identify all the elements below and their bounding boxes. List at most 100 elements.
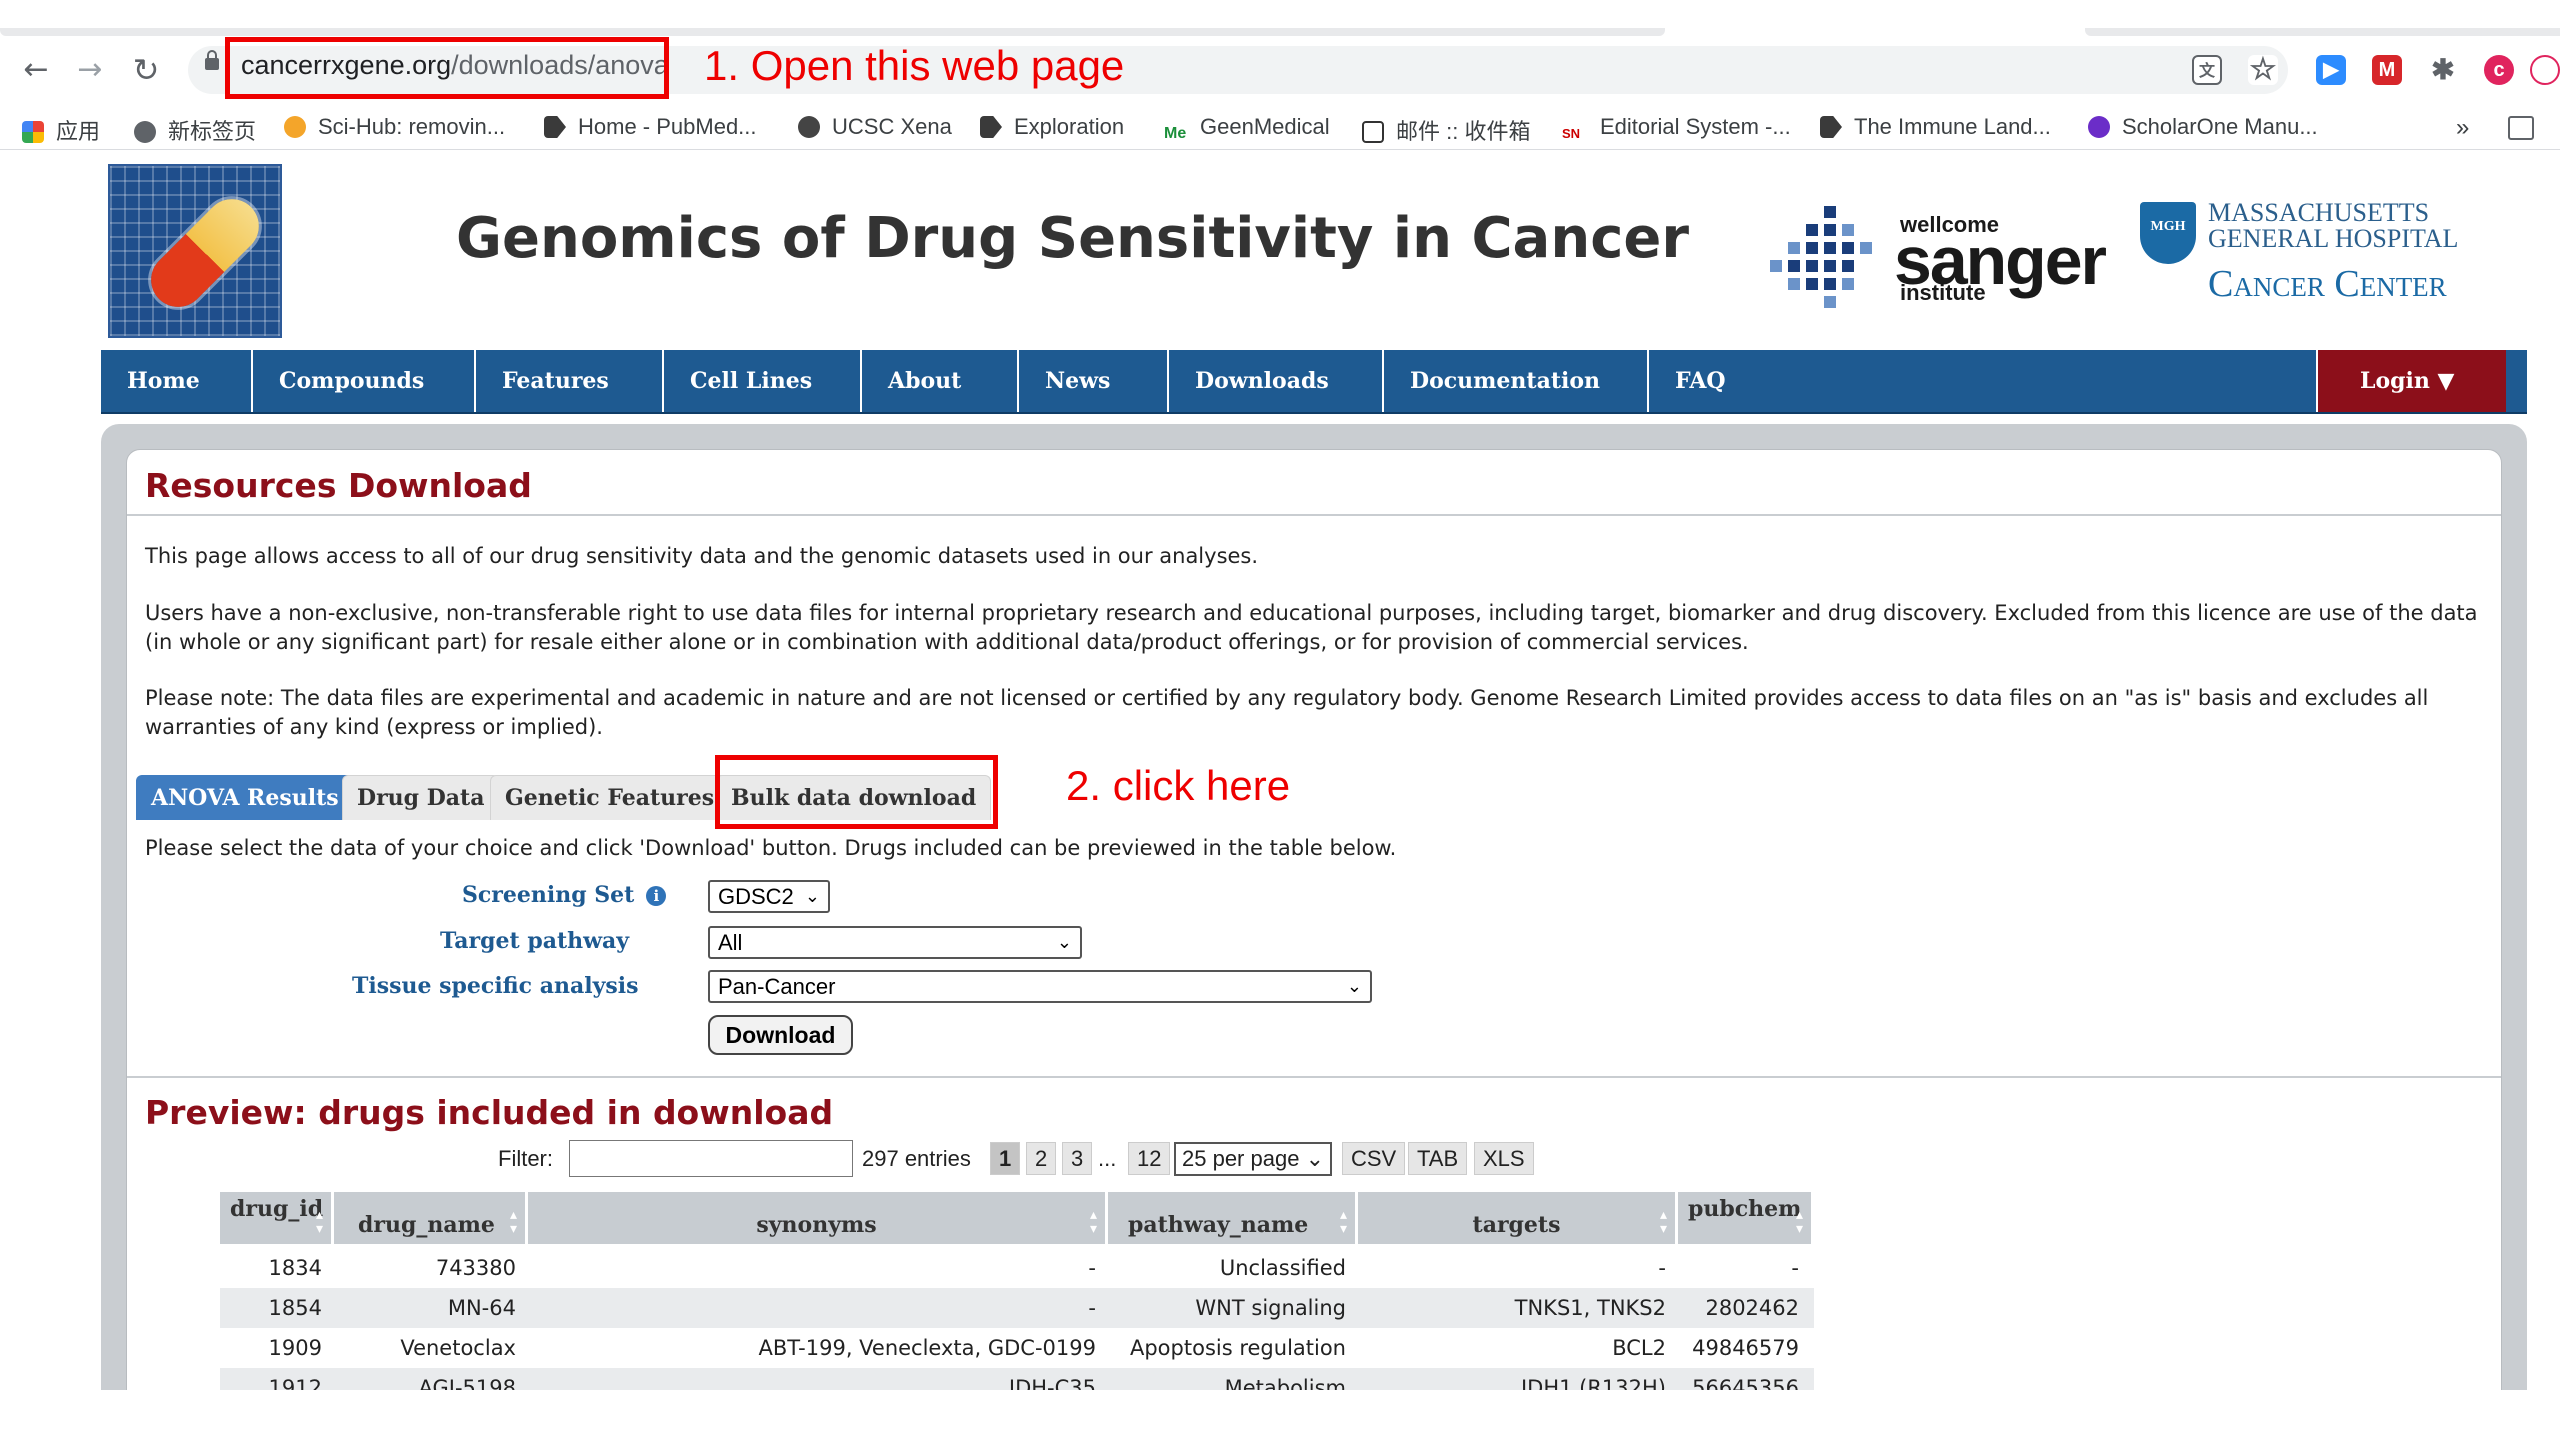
tab-drug-data[interactable]: Drug Data xyxy=(342,775,500,820)
cell-drug-id: 1854 xyxy=(268,1296,322,1320)
mendeley-extension-icon[interactable]: M xyxy=(2372,55,2402,85)
export-csv-button[interactable]: CSV xyxy=(1342,1142,1406,1175)
geenmedical-icon: Me xyxy=(1164,125,1188,147)
export-xls-button[interactable]: XLS xyxy=(1474,1142,1534,1175)
nav-downloads[interactable]: Downloads xyxy=(1169,350,1384,412)
bookmark-label: ScholarOne Manu... xyxy=(2122,114,2318,139)
bookmark-item[interactable]: Sci-Hub: removin... xyxy=(284,114,505,140)
tissue-analysis-select[interactable]: Pan-Cancer ⌄ xyxy=(708,970,1372,1003)
mgh-name-line2: GENERAL HOSPITAL xyxy=(2208,224,2459,253)
screening-set-select[interactable]: GDSC2 ⌄ xyxy=(708,880,830,913)
bookmark-item[interactable]: The Immune Land... xyxy=(1820,114,2051,140)
mgh-cancer-center-logo[interactable]: MGH MASSACHUSETTS GENERAL HOSPITAL Cancer… xyxy=(2140,200,2510,320)
active-tab[interactable] xyxy=(0,28,1665,36)
tissue-analysis-value: Pan-Cancer xyxy=(718,974,836,999)
login-button[interactable]: Login ▼ xyxy=(2316,350,2506,412)
annotation-box-url xyxy=(225,37,669,99)
forward-arrow-icon[interactable]: → xyxy=(72,52,108,88)
bookmark-item[interactable]: 应用 xyxy=(22,114,100,146)
bookmark-label: GeenMedical xyxy=(1200,114,1330,139)
nav-news[interactable]: News xyxy=(1019,350,1169,412)
reading-list-icon[interactable] xyxy=(2508,116,2534,140)
page-button-3[interactable]: 3 xyxy=(1062,1142,1093,1175)
divider xyxy=(127,514,2501,516)
site-title: Genomics of Drug Sensitivity in Cancer xyxy=(456,206,1689,271)
scihub-icon xyxy=(284,116,306,138)
page-button-1[interactable]: 1 xyxy=(990,1142,1021,1175)
bookmark-item[interactable]: UCSC Xena xyxy=(798,114,952,140)
column-header-pubchem[interactable]: pubchem ▴ ▾ xyxy=(1678,1192,1811,1244)
inactive-tab[interactable] xyxy=(2085,28,2560,36)
sanger-logo[interactable]: wellcome sanger institute xyxy=(1766,202,2116,322)
translate-icon[interactable]: 文 xyxy=(2192,55,2222,85)
bookmark-label: 应用 xyxy=(56,119,101,144)
column-header-drug-name[interactable]: drug_name ▴ ▾ xyxy=(334,1192,528,1244)
extensions-puzzle-icon[interactable]: ✱ xyxy=(2428,55,2458,85)
bookmark-star-icon[interactable]: ☆ xyxy=(2248,55,2278,85)
resources-heading: Resources Download xyxy=(145,466,532,505)
chevron-down-icon: ⌄ xyxy=(1056,932,1072,952)
tissue-analysis-label: Tissue specific analysis xyxy=(352,973,639,999)
reload-icon[interactable]: ↻ xyxy=(128,52,164,88)
bookmark-item[interactable]: Home - PubMed... xyxy=(544,114,757,140)
immune-icon xyxy=(1820,116,1842,138)
nav-home[interactable]: Home xyxy=(101,350,253,412)
column-header-targets[interactable]: targets ▴ ▾ xyxy=(1358,1192,1678,1244)
screenshot-crop-edge xyxy=(0,1390,2560,1440)
gdsc-logo[interactable] xyxy=(108,164,282,338)
bookmark-item[interactable]: ScholarOne Manu... xyxy=(2088,114,2318,140)
nav-cell-lines[interactable]: Cell Lines xyxy=(664,350,862,412)
bookmark-item[interactable]: Me GeenMedical xyxy=(1164,114,1330,147)
bookmark-label: UCSC Xena xyxy=(832,114,952,139)
per-page-select[interactable]: 25 per page ⌄ xyxy=(1174,1142,1332,1176)
bookmarks-overflow-icon[interactable]: » xyxy=(2456,114,2469,142)
target-pathway-select[interactable]: All ⌄ xyxy=(708,926,1082,959)
per-page-value: 25 per page xyxy=(1182,1146,1300,1171)
entries-count: 297 entries xyxy=(862,1146,971,1171)
nav-compounds[interactable]: Compounds xyxy=(253,350,476,412)
zoom-extension-icon[interactable]: ▶ xyxy=(2316,55,2346,85)
column-header-drug-id[interactable]: drug_id ▴ ▾ xyxy=(220,1192,334,1244)
tab-strip xyxy=(0,0,2560,40)
filter-input[interactable] xyxy=(569,1140,853,1177)
nav-documentation[interactable]: Documentation xyxy=(1384,350,1649,412)
cell-pubchem: 2802462 xyxy=(1705,1296,1799,1320)
xena-icon xyxy=(798,116,820,138)
nav-features[interactable]: Features xyxy=(476,350,664,412)
bookmark-label: 邮件 :: 收件箱 xyxy=(1396,119,1531,144)
download-button[interactable]: Download xyxy=(708,1015,853,1055)
profile-avatar[interactable]: c xyxy=(2484,55,2514,85)
export-tab-button[interactable]: TAB xyxy=(1408,1142,1468,1175)
nav-faq[interactable]: FAQ xyxy=(1649,350,1769,412)
profile-badge-icon[interactable] xyxy=(2530,55,2560,85)
sort-icon: ▴ ▾ xyxy=(1795,1207,1803,1237)
globe-icon xyxy=(134,121,156,143)
cell-drug-name: MN-64 xyxy=(447,1296,516,1320)
bookmark-item[interactable]: Exploration xyxy=(980,114,1124,140)
cell-pathway-name: Unclassified xyxy=(1219,1256,1346,1280)
back-arrow-icon[interactable]: ← xyxy=(18,52,54,88)
cell-synonyms: ABT-199, Veneclexta, GDC-0199 xyxy=(758,1336,1096,1360)
lock-icon[interactable] xyxy=(205,50,219,70)
bookmark-item[interactable]: 新标签页 xyxy=(134,114,256,146)
bookmark-label: Editorial System -... xyxy=(1600,114,1791,139)
bookmark-item[interactable]: 邮件 :: 收件箱 xyxy=(1362,114,1530,146)
column-header-synonyms[interactable]: synonyms ▴ ▾ xyxy=(528,1192,1108,1244)
screening-set-label-text: Screening Set xyxy=(462,882,635,908)
tab-anova-results[interactable]: ANOVA Results xyxy=(136,775,354,820)
pagination-ellipsis: ... xyxy=(1098,1146,1117,1171)
cell-targets: BCL2 xyxy=(1612,1336,1666,1360)
bookmark-item[interactable]: SN Editorial System -... xyxy=(1562,114,1791,148)
chevron-down-icon: ⌄ xyxy=(804,886,820,906)
info-icon[interactable]: i xyxy=(646,886,667,906)
tab-genetic-features[interactable]: Genetic Features xyxy=(490,775,730,820)
sanger-institute-text: institute xyxy=(1900,280,1986,305)
page-button-2[interactable]: 2 xyxy=(1026,1142,1057,1175)
page-button-12[interactable]: 12 xyxy=(1128,1142,1171,1175)
nav-about[interactable]: About xyxy=(862,350,1019,412)
mgh-name: MASSACHUSETTS GENERAL HOSPITAL xyxy=(2208,200,2458,252)
main-navigation: Home Compounds Features Cell Lines About… xyxy=(101,350,2527,414)
cell-targets: TNKS1, TNKS2 xyxy=(1514,1296,1666,1320)
column-header-pathway-name[interactable]: pathway_name ▴ ▾ xyxy=(1108,1192,1358,1244)
instructions-text: Please select the data of your choice an… xyxy=(145,836,1397,860)
